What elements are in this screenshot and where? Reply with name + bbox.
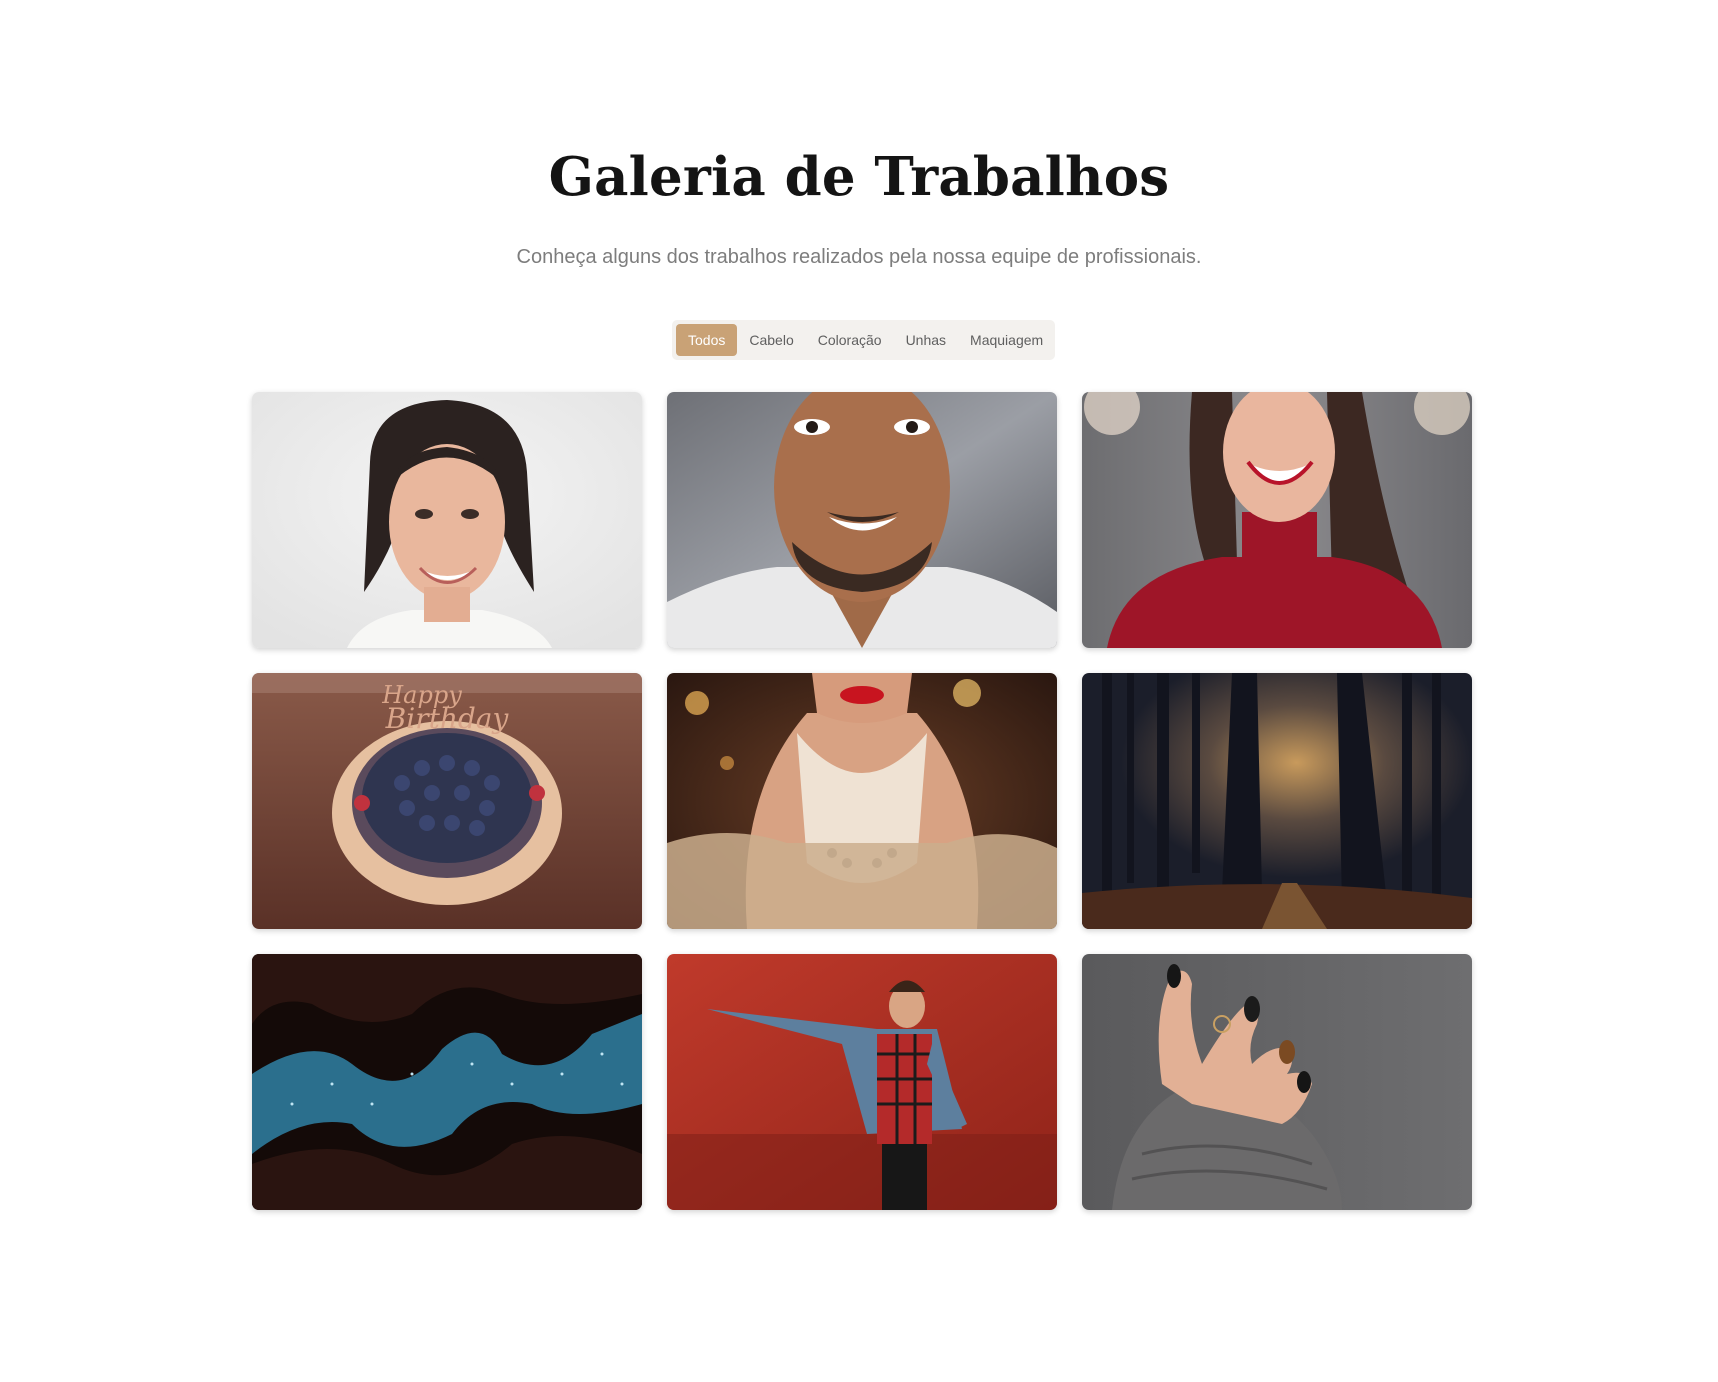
- filter-maquiagem[interactable]: Maquiagem: [958, 324, 1055, 356]
- woman-pearl-necklace-photo: [667, 673, 1057, 929]
- woman-red-sweater-laughing-photo: [1082, 392, 1472, 648]
- gallery-item[interactable]: [1082, 673, 1472, 929]
- misty-forest-path-photo: [1082, 673, 1472, 929]
- filter-unhas[interactable]: Unhas: [894, 324, 958, 356]
- man-portrait-smiling-photo: [667, 392, 1057, 648]
- gallery-item[interactable]: [252, 392, 642, 648]
- hand-painted-nails-photo: [1082, 954, 1472, 1210]
- birthday-cake-photo: Birthday Happy: [252, 673, 642, 929]
- gallery-item[interactable]: [1082, 954, 1472, 1210]
- page-title: Galeria de Trabalhos: [548, 146, 1170, 208]
- gallery-page: Galeria de Trabalhos Conheça alguns dos …: [0, 0, 1718, 1382]
- svg-text:Happy: Happy: [381, 681, 462, 709]
- filter-cabelo[interactable]: Cabelo: [737, 324, 805, 356]
- woman-portrait-smiling-photo: [252, 392, 642, 648]
- filter-todos[interactable]: Todos: [676, 324, 738, 356]
- gallery-grid: Birthday Happy: [252, 392, 1472, 1210]
- page-subtitle: Conheça alguns dos trabalhos realizados …: [516, 246, 1202, 268]
- gallery-item[interactable]: Birthday Happy: [252, 673, 642, 929]
- filter-bar: Todos Cabelo Coloração Unhas Maquiagem: [672, 320, 1055, 360]
- gallery-item[interactable]: [667, 954, 1057, 1210]
- man-denim-jacket-red-wall-photo: [667, 954, 1057, 1210]
- gallery-item[interactable]: [1082, 392, 1472, 648]
- gallery-item[interactable]: [667, 392, 1057, 648]
- filter-coloracao[interactable]: Coloração: [806, 324, 894, 356]
- canyon-night-sky-photo: [252, 954, 642, 1210]
- gallery-item[interactable]: [252, 954, 642, 1210]
- gallery-item[interactable]: [667, 673, 1057, 929]
